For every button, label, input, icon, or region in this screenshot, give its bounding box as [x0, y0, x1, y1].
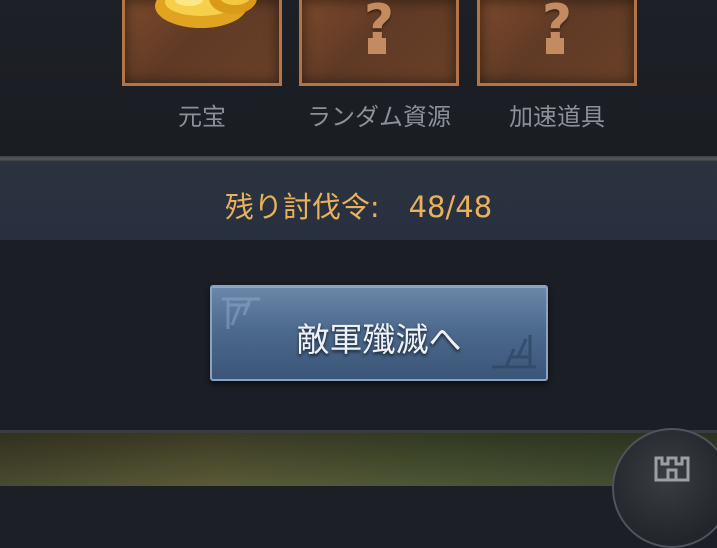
stamina-bar: 残り討伐令: 48/48	[0, 162, 717, 240]
menu-corner-button[interactable]	[612, 428, 717, 548]
gold-ingot-icon	[155, 0, 257, 28]
rewards-panel: ? ? 元宝 ランダム資源 加速道具	[0, 0, 717, 156]
world-map-strip	[0, 430, 717, 486]
corner-ornament-icon	[492, 335, 536, 369]
reward-label-speedup: 加速道具	[509, 103, 605, 131]
reward-slot-ingot[interactable]	[122, 0, 282, 86]
reward-label-random-resource: ランダム資源	[307, 103, 451, 131]
action-area: 敵軍殲滅へ	[0, 240, 717, 430]
castle-icon	[654, 456, 690, 482]
question-mark-dot	[546, 38, 564, 54]
reward-slot-random-resource[interactable]: ?	[299, 0, 459, 86]
question-mark-dot	[368, 38, 386, 54]
stamina-remaining-text: 残り討伐令: 48/48	[224, 190, 493, 224]
reward-slot-speedup[interactable]: ?	[477, 0, 637, 86]
reward-label-ingot: 元宝	[178, 103, 226, 131]
annihilate-enemy-button[interactable]: 敵軍殲滅へ	[210, 285, 548, 381]
